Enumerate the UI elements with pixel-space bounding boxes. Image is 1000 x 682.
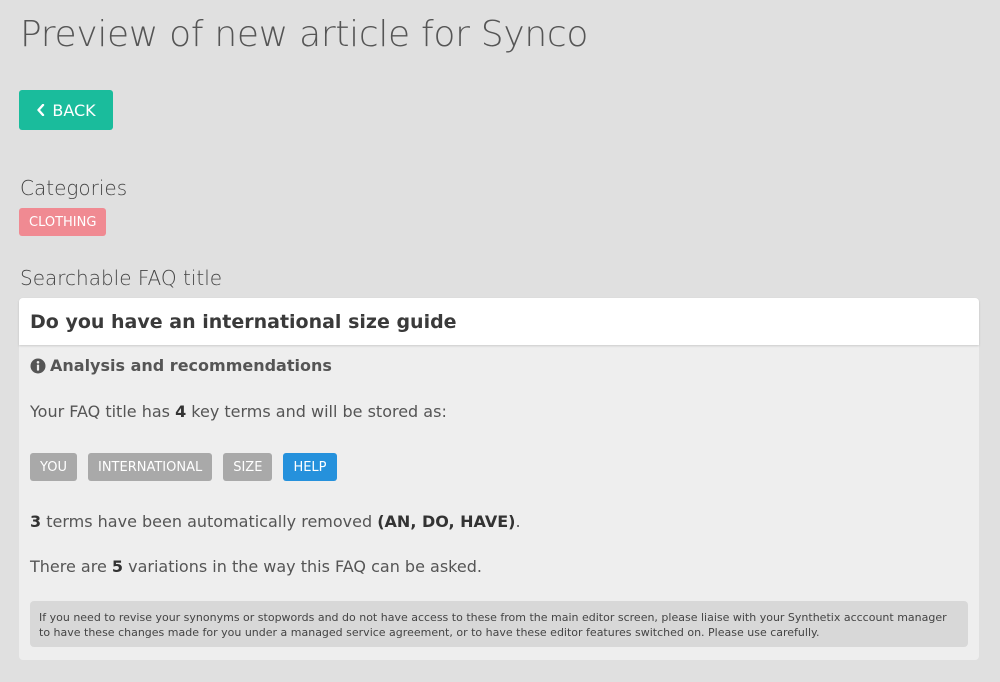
key-terms-suffix: key terms and will be stored as: xyxy=(186,402,447,421)
removed-end: . xyxy=(515,512,521,531)
analysis-heading-label: Analysis and recommendations xyxy=(50,356,332,375)
variations-count: 5 xyxy=(111,557,124,576)
back-button[interactable]: BACK xyxy=(19,90,113,130)
info-circle-icon xyxy=(30,358,46,373)
removed-list: (AN, DO, HAVE) xyxy=(377,512,516,531)
removed-mid: terms have been automatically removed xyxy=(41,512,378,531)
faq-title-display: Do you have an international size guide xyxy=(19,298,979,345)
key-terms-prefix: Your FAQ title has xyxy=(30,402,176,421)
faq-preview-panel: Do you have an international size guide … xyxy=(19,298,979,660)
key-terms-count: 4 xyxy=(175,402,187,421)
categories-heading: Categories xyxy=(20,176,128,200)
term-badge-help: HELP xyxy=(283,453,337,481)
category-badge-clothing: CLOTHING xyxy=(19,208,107,236)
key-terms-sentence: Your FAQ title has 4 key terms and will … xyxy=(30,402,447,421)
faq-title-heading: Searchable FAQ title xyxy=(20,266,223,290)
page-title: Preview of new article for Synco xyxy=(20,14,589,55)
editor-notice: If you need to revise your synonyms or s… xyxy=(30,601,968,647)
removed-count: 3 xyxy=(30,512,42,531)
chevron-left-icon xyxy=(37,104,45,116)
variations-sentence: There are 5 variations in the way this F… xyxy=(30,557,482,576)
term-badge-size: SIZE xyxy=(223,453,273,481)
back-button-label: BACK xyxy=(52,100,96,120)
variations-suffix: variations in the way this FAQ can be as… xyxy=(123,557,482,576)
term-badge-you: YOU xyxy=(30,453,77,481)
key-terms-list: YOU INTERNATIONAL SIZE HELP xyxy=(30,453,337,481)
analysis-heading: Analysis and recommendations xyxy=(30,356,332,375)
variations-prefix: There are xyxy=(30,557,112,576)
removed-terms-sentence: 3 terms have been automatically removed … xyxy=(30,512,521,531)
term-badge-international: INTERNATIONAL xyxy=(87,453,213,481)
